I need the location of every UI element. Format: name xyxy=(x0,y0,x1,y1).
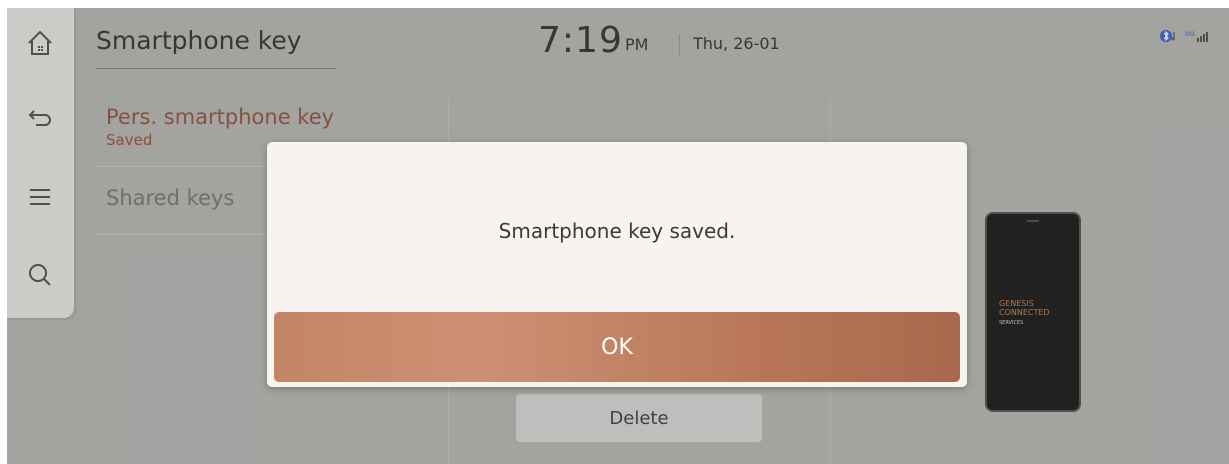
ok-button[interactable]: OK xyxy=(274,312,960,382)
screen: Smartphone key 7:19 PM Thu, 26-01 oo Per… xyxy=(7,8,1229,464)
confirmation-dialog: Smartphone key saved. OK xyxy=(267,142,967,387)
dialog-message: Smartphone key saved. xyxy=(498,219,736,243)
